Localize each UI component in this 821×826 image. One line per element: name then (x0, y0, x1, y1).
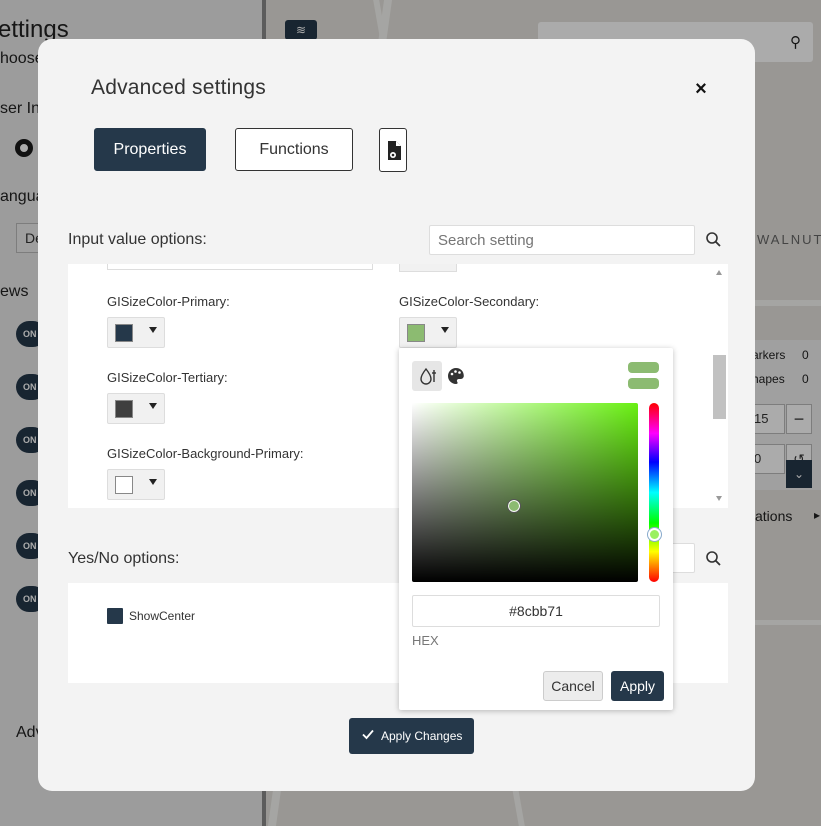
secondary-color-swatch (407, 324, 425, 342)
color-picker-popup: #8cbb71 HEX Cancel Apply (399, 348, 673, 710)
apply-changes-label: Apply Changes (381, 729, 463, 743)
color-drop-icon (420, 367, 436, 385)
picker-tab-gradient[interactable] (412, 361, 442, 391)
tertiary-color-label: GISizeColor-Tertiary: (107, 370, 228, 385)
previous-setting-field[interactable] (107, 264, 373, 270)
new-color-preview (628, 362, 659, 373)
search-setting-input[interactable] (429, 225, 695, 255)
saturation-area[interactable] (412, 403, 638, 582)
tab-properties[interactable]: Properties (94, 128, 206, 171)
close-button[interactable]: × (688, 77, 714, 103)
scrollbar-thumb[interactable] (713, 355, 726, 419)
hue-slider-thumb[interactable] (648, 528, 661, 541)
modal-title: Advanced settings (91, 76, 267, 99)
hex-input[interactable]: #8cbb71 (412, 595, 660, 627)
search-icon[interactable] (705, 231, 723, 249)
primary-color-label: GISizeColor-Primary: (107, 294, 230, 309)
caret-down-icon (149, 479, 157, 485)
caret-down-icon (441, 327, 449, 333)
yesno-options-label: Yes/No options: (68, 550, 180, 567)
showcenter-checkbox[interactable] (107, 608, 123, 624)
saturation-thumb[interactable] (507, 499, 521, 513)
background-primary-color-label: GISizeColor-Background-Primary: (107, 446, 304, 461)
export-settings-button[interactable] (379, 128, 407, 172)
secondary-color-select[interactable] (399, 317, 457, 348)
input-options-label: Input value options: (68, 231, 207, 248)
hex-label: HEX (412, 633, 439, 648)
scroll-up-arrow[interactable] (716, 270, 722, 275)
previous-color-select[interactable] (399, 264, 457, 272)
scroll-down-arrow[interactable] (716, 496, 722, 501)
primary-color-swatch (115, 324, 133, 342)
cancel-button[interactable]: Cancel (543, 671, 603, 701)
hue-slider[interactable] (649, 403, 659, 582)
background-primary-color-select[interactable] (107, 469, 165, 500)
palette-icon (448, 368, 464, 384)
old-color-preview (628, 378, 659, 389)
picker-tab-palette[interactable] (441, 361, 471, 391)
caret-down-icon (149, 327, 157, 333)
secondary-color-label: GISizeColor-Secondary: (399, 294, 540, 309)
check-icon (362, 729, 374, 740)
tertiary-color-select[interactable] (107, 393, 165, 424)
apply-changes-button[interactable]: Apply Changes (349, 718, 474, 754)
tertiary-color-swatch (115, 400, 133, 418)
background-primary-color-swatch (115, 476, 133, 494)
file-gear-icon (388, 141, 401, 160)
tab-functions[interactable]: Functions (235, 128, 353, 171)
primary-color-select[interactable] (107, 317, 165, 348)
apply-button[interactable]: Apply (611, 671, 664, 701)
caret-down-icon (149, 403, 157, 409)
showcenter-label: ShowCenter (129, 609, 196, 623)
search-icon[interactable] (705, 550, 723, 568)
